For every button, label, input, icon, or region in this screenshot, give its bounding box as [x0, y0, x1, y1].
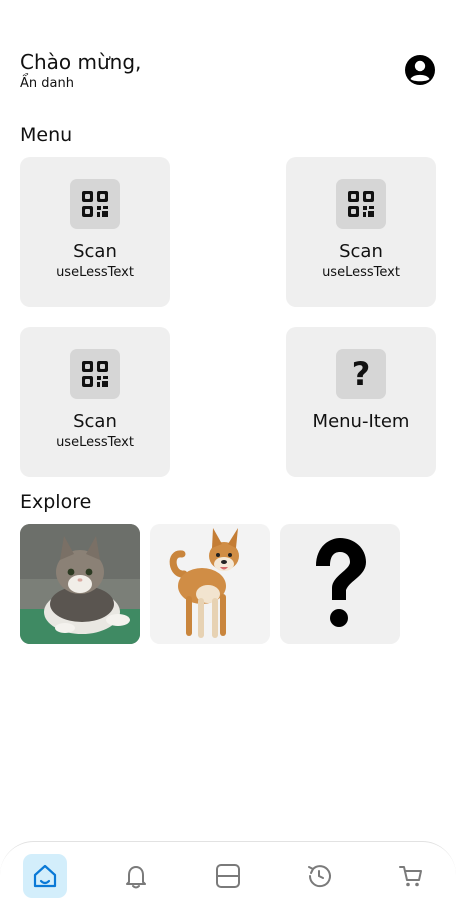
dog-photo — [150, 524, 270, 644]
qr-code-icon — [70, 349, 120, 399]
menu-card-scan-3[interactable]: Scan useLessText — [20, 327, 170, 477]
account-circle-icon[interactable] — [404, 54, 436, 86]
menu-card-title: Menu-Item — [312, 411, 410, 432]
menu-card-menu-item[interactable]: ? Menu-Item — [286, 327, 436, 477]
greeting-text: Chào mừng, — [20, 50, 142, 74]
menu-title: Menu — [20, 124, 73, 146]
menu-card-title: Scan — [73, 411, 117, 432]
nav-scan[interactable] — [206, 854, 250, 898]
qr-code-icon — [70, 179, 120, 229]
cart-icon — [399, 866, 422, 887]
nav-history[interactable] — [297, 854, 341, 898]
explore-item-dog[interactable] — [150, 524, 270, 644]
nav-cart[interactable] — [389, 854, 433, 898]
nav-notifications[interactable] — [114, 854, 158, 898]
explore-title: Explore — [20, 491, 92, 513]
question-mark-icon — [280, 524, 400, 644]
bell-icon — [126, 866, 146, 889]
header: Chào mừng, Ẩn danh — [20, 50, 436, 94]
menu-card-title: Scan — [339, 241, 383, 262]
explore-item-unknown[interactable] — [280, 524, 400, 644]
qr-code-icon — [336, 179, 386, 229]
menu-card-subtitle: useLessText — [322, 265, 400, 280]
menu-card-subtitle: useLessText — [56, 435, 134, 450]
menu-card-subtitle: useLessText — [56, 265, 134, 280]
bottom-nav — [0, 841, 456, 912]
question-icon: ? — [336, 349, 386, 399]
scan-frame-icon — [216, 864, 240, 888]
cat-photo — [20, 524, 140, 644]
history-icon — [308, 865, 331, 888]
username-text: Ẩn danh — [20, 76, 74, 91]
nav-home[interactable] — [23, 854, 67, 898]
explore-item-cat[interactable] — [20, 524, 140, 644]
menu-card-scan-1[interactable]: Scan useLessText — [20, 157, 170, 307]
home-icon — [33, 864, 57, 888]
menu-card-title: Scan — [73, 241, 117, 262]
menu-card-scan-2[interactable]: Scan useLessText — [286, 157, 436, 307]
